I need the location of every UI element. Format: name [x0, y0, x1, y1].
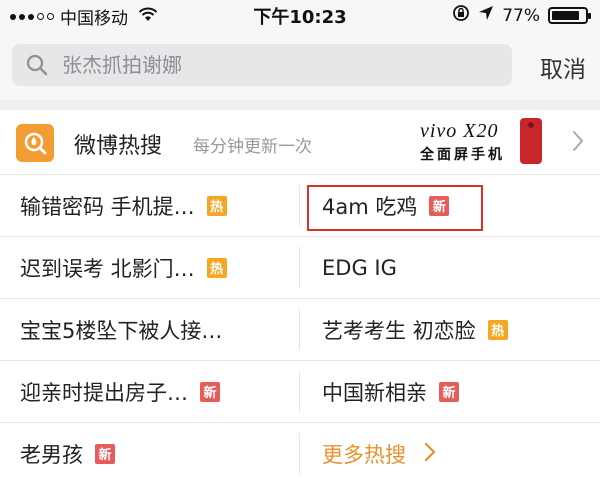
- trending-row: 输错密码 手机提… 热 4am 吃鸡 新: [0, 175, 600, 237]
- phone-image: [520, 118, 542, 164]
- ad-banner[interactable]: vivo X20 全面屏手机: [420, 118, 542, 166]
- trending-item[interactable]: 输错密码 手机提… 热: [20, 175, 296, 236]
- trending-item[interactable]: 迎亲时提出房子… 新: [20, 361, 296, 422]
- column-divider: [299, 185, 300, 226]
- column-divider: [299, 371, 300, 412]
- more-hot-search-label: 更多热搜: [322, 442, 406, 467]
- hot-badge: 热: [206, 195, 227, 216]
- highlight-box: [307, 185, 483, 231]
- location-arrow-icon: [478, 5, 494, 26]
- hot-search-subtitle: 每分钟更新一次: [193, 137, 312, 157]
- trending-item-label: 艺考考生 初恋脸: [322, 318, 476, 343]
- chevron-right-icon: [572, 130, 584, 156]
- weibo-hot-search-logo-icon: [16, 124, 54, 162]
- trending-item-label: 中国新相亲: [322, 380, 427, 405]
- hot-badge: 热: [487, 319, 508, 340]
- more-hot-search-link[interactable]: 更多热搜: [322, 423, 582, 484]
- trending-list: 输错密码 手机提… 热 4am 吃鸡 新 迟到误考 北影门… 热 EDG IG …: [0, 175, 600, 484]
- column-divider: [299, 247, 300, 288]
- trending-item-label: 迟到误考 北影门…: [20, 256, 195, 281]
- new-badge: 新: [95, 443, 115, 464]
- trending-item-label: 迎亲时提出房子…: [20, 380, 188, 405]
- battery-icon: [548, 7, 591, 24]
- chevron-right-icon: [424, 442, 436, 466]
- trending-item-label: 输错密码 手机提…: [20, 194, 195, 219]
- trending-row: 迎亲时提出房子… 新 中国新相亲 新: [0, 361, 600, 423]
- trending-item[interactable]: 艺考考生 初恋脸 热: [322, 299, 582, 360]
- trending-item-label: 宝宝5楼坠下被人接…: [20, 318, 223, 343]
- ad-slogan: 全面屏手机: [420, 147, 505, 163]
- trending-item[interactable]: 中国新相亲 新: [322, 361, 582, 422]
- cancel-button[interactable]: 取消: [540, 50, 586, 84]
- trending-item[interactable]: 迟到误考 北影门… 热: [20, 237, 296, 298]
- trending-row: 老男孩 新 更多热搜: [0, 423, 600, 484]
- trending-item[interactable]: EDG IG: [322, 237, 582, 298]
- column-divider: [299, 309, 300, 350]
- column-divider: [299, 433, 300, 474]
- status-bar: 中国移动 下午10:23 77%: [0, 0, 600, 30]
- hot-badge: 热: [206, 257, 227, 278]
- ad-brand: vivo X20: [420, 120, 499, 142]
- search-bar: 取消: [0, 30, 600, 100]
- new-badge: 新: [200, 381, 220, 402]
- battery-percent: 77%: [502, 5, 540, 26]
- section-separator: [0, 100, 600, 110]
- search-box[interactable]: [12, 44, 512, 86]
- trending-item[interactable]: 宝宝5楼坠下被人接…: [20, 299, 296, 360]
- new-badge: 新: [439, 381, 459, 402]
- trending-row: 宝宝5楼坠下被人接… 艺考考生 初恋脸 热: [0, 299, 600, 361]
- trending-item-label: 老男孩: [20, 442, 83, 467]
- status-right: 77%: [452, 4, 591, 27]
- search-input[interactable]: [62, 44, 502, 86]
- trending-item[interactable]: 老男孩 新: [20, 423, 296, 484]
- orientation-lock-icon: [452, 4, 470, 27]
- trending-row: 迟到误考 北影门… 热 EDG IG: [0, 237, 600, 299]
- hot-search-title: 微博热搜: [74, 134, 163, 159]
- search-icon: [26, 54, 48, 80]
- hot-search-header[interactable]: 微博热搜 每分钟更新一次 vivo X20 全面屏手机: [0, 110, 600, 175]
- trending-item-label: EDG IG: [322, 255, 397, 280]
